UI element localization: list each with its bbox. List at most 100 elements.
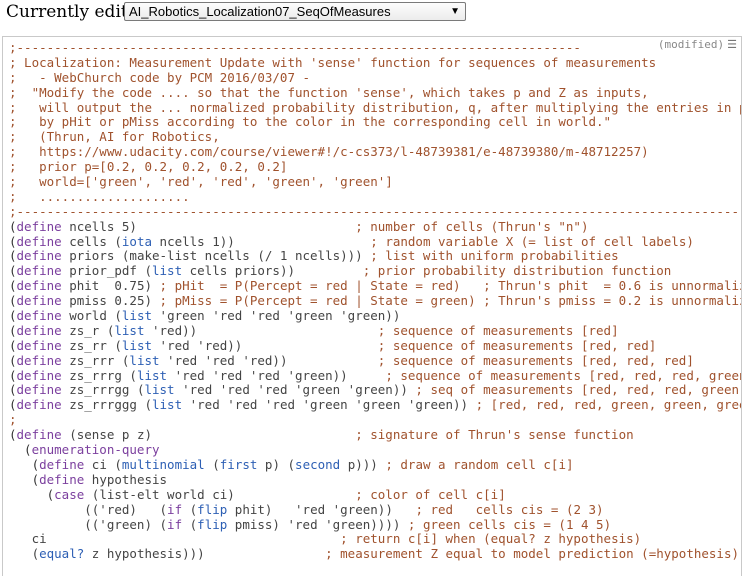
code-token: ; [red, red, red, green, green, green] — [475, 397, 742, 413]
code-token: ci — [9, 531, 341, 547]
code-token: ; pMiss = P(Percept = red | State = gree… — [159, 293, 742, 309]
code-token: 'red 'red 'red 'green)) — [167, 367, 386, 383]
code-token: ; red cells cis = (2 3) — [415, 501, 604, 517]
code-token: world ( — [61, 308, 122, 324]
code-token: phit) 'red 'green)) — [227, 501, 416, 517]
code-token: ; color of cell c[i] — [355, 486, 506, 502]
code-token: case — [54, 486, 85, 502]
code-token: ( — [182, 516, 198, 532]
code-line: ci ; return c[i] when (equal? z hypothes… — [9, 531, 741, 547]
code-token: list — [121, 308, 153, 324]
code-token: ( — [9, 308, 17, 324]
code-line: (define zs_rr (list 'red 'red)) ; sequen… — [9, 337, 741, 354]
code-line: ;---------------------------------------… — [9, 40, 741, 56]
code-token: list — [121, 337, 153, 353]
code-token: define — [16, 233, 62, 249]
code-token: ncells 1)) — [152, 233, 371, 249]
code-token: ; sequence of measurements [red, red] — [377, 337, 657, 353]
code-token: 'red 'red 'red 'green 'green)) — [174, 382, 416, 398]
code-line: ; Localization: Measurement Update with … — [9, 54, 741, 71]
code-token: ( — [9, 263, 17, 279]
code-token: hypothesis — [84, 471, 168, 487]
file-select[interactable]: AI_Robotics_Localization07_SeqOfMeasures… — [124, 2, 466, 21]
code-token: define — [16, 308, 62, 324]
code-token: zs_rr ( — [61, 337, 122, 353]
code-token: ; green cells cis = (1 4 5) — [407, 516, 612, 532]
code-token: ; seq of measurements [red, red, red, gr… — [415, 382, 741, 398]
code-token: enumeration-query — [31, 442, 160, 458]
code-token: ( — [9, 397, 17, 413]
code-line: (define zs_rrrg (list 'red 'red 'red 'gr… — [9, 367, 741, 384]
code-token: define — [16, 337, 62, 353]
code-token: ; return c[i] when (equal? z hypothesis) — [340, 531, 642, 547]
code-line: ; (Thrun, AI for Robotics, — [9, 129, 741, 145]
code-token: ( — [9, 471, 40, 487]
code-token: priors (make-list ncells (/ 1 ncells))) — [61, 248, 371, 264]
code-line: (equal? z hypothesis))) ; measurement Z … — [9, 546, 742, 562]
code-token: (sense p z) — [61, 427, 356, 443]
code-token: first — [219, 456, 258, 472]
code-token: list — [136, 367, 168, 383]
code-token: second — [295, 456, 341, 472]
code-token: ( — [9, 546, 40, 562]
code-line: (define zs_rrrggg (list 'red 'red 'red '… — [9, 397, 742, 413]
code-token: ; pHit = P(Percept = red | State = red) … — [159, 278, 742, 294]
code-token: ( — [9, 248, 17, 264]
code-token: ; sequence of measurements [red, red, re… — [377, 352, 694, 368]
code-token: ; by pHit or pMiss according to the colo… — [9, 114, 612, 130]
code-line: ; .................... — [9, 189, 741, 205]
code-token: (list-elt world ci) — [84, 486, 356, 502]
code-line: (case (list-elt world ci) ; color of cel… — [9, 486, 741, 503]
code-line: ; world=['green', 'red', 'red', 'green',… — [9, 174, 741, 190]
code-token: ; https://www.udacity.com/course/viewer#… — [9, 144, 649, 160]
code-token: define — [16, 263, 62, 279]
code-token: ; random variable X (= list of cell labe… — [370, 233, 694, 249]
code-token: z hypothesis))) — [84, 546, 326, 562]
code-token: ; number of cells (Thrun's "n") — [355, 218, 589, 234]
code-token: ; prior p=[0.2, 0.2, 0.2, 0.2, 0.2] — [9, 159, 288, 175]
code-token: zs_rrrggg ( — [61, 397, 152, 413]
code-token: iota — [121, 233, 153, 249]
code-token: ( — [9, 486, 55, 502]
code-line: ; - WebChurch code by PCM 2016/03/07 - — [9, 69, 741, 86]
code-line: (define ci (multinomial (first p) (secon… — [9, 456, 741, 473]
editor-toolbar: Currently editing: AI_Robotics_Localizat… — [0, 0, 744, 30]
dropdown-arrow-icon[interactable]: ▼ — [450, 3, 460, 20]
code-line: ;---------------------------------------… — [9, 204, 741, 220]
code-editor[interactable]: (modified) ☰ ;---------------------------… — [2, 36, 742, 576]
code-line: ; prior p=[0.2, 0.2, 0.2, 0.2, 0.2] — [9, 159, 741, 175]
code-line: ; will output the ... normalized probabi… — [9, 100, 741, 116]
code-token: zs_r ( — [61, 322, 115, 338]
code-token: ; Localization: Measurement Update with … — [9, 54, 657, 70]
code-token: ;---------------------------------------… — [9, 40, 581, 55]
code-token: (('red) ( — [9, 501, 168, 517]
code-token: p))) — [340, 456, 386, 472]
code-token: ; "Modify the code .... so that the func… — [9, 84, 649, 100]
code-token: ; - WebChurch code by PCM 2016/03/07 - — [9, 69, 311, 85]
code-token: 'red 'red 'red)) — [159, 352, 378, 368]
code-token: flip — [197, 516, 228, 532]
code-token: prior_pdf ( — [61, 263, 152, 279]
code-line: ; by pHit or pMiss according to the colo… — [9, 114, 741, 130]
code-token: ; signature of Thrun's sense function — [355, 427, 634, 443]
code-token: ; measurement Z equal to model predictio… — [325, 546, 742, 562]
code-token: 'red)) — [144, 322, 378, 338]
code-token: 'green 'red 'red 'green 'green)) — [152, 308, 401, 324]
code-token: define — [16, 248, 62, 264]
code-token: define — [16, 367, 62, 383]
code-token: ( — [9, 293, 17, 309]
code-token: list — [129, 352, 160, 368]
code-line: (('red) (if (flip phit) 'red 'green)) ; … — [9, 501, 741, 518]
code-token: ( — [9, 367, 17, 383]
code-token: (('green) ( — [9, 516, 168, 532]
code-token: list — [152, 263, 183, 279]
code-token: define — [16, 218, 62, 234]
code-line: (define hypothesis — [9, 471, 741, 488]
code-token: pmiss) 'red 'green)))) — [227, 516, 408, 532]
code-token: ; — [9, 412, 17, 428]
code-token: ( — [182, 501, 198, 517]
code-token: 'red 'red)) — [152, 337, 378, 353]
code-area[interactable]: ;---------------------------------------… — [9, 40, 742, 562]
code-token: ; draw a random cell c[i] — [385, 456, 574, 472]
code-token: p) ( — [257, 456, 296, 472]
